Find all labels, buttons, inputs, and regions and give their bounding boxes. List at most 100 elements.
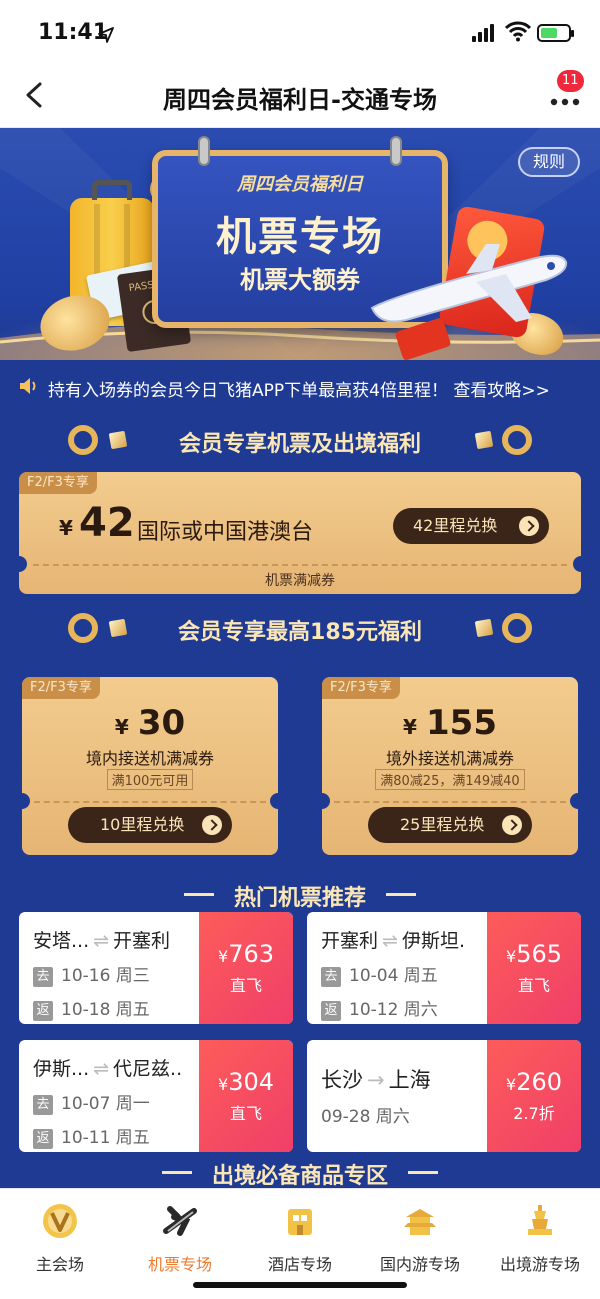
- discount-label: 2.7折: [513, 1104, 555, 1123]
- return-date: 10-12 周六: [349, 1000, 438, 1020]
- notification-badge: 11: [557, 70, 584, 92]
- coupon-description: 国际或中国港澳台: [137, 520, 314, 545]
- redeem-25-button[interactable]: 25里程兑换: [368, 807, 532, 843]
- destination-city: 开塞利: [113, 930, 171, 952]
- price-block: ¥763 直飞: [199, 912, 293, 1024]
- currency: ¥: [218, 947, 229, 966]
- depart-date: 10-16 周三: [61, 966, 150, 986]
- section-heading: 热门机票推荐: [233, 886, 366, 911]
- one-way-arrow-icon: →: [367, 1068, 385, 1092]
- coupon-amount: 30: [137, 703, 186, 743]
- return-date: 10-11 周五: [61, 1128, 150, 1148]
- depart-date: 10-07 周一: [61, 1094, 150, 1114]
- price-block: ¥304 直飞: [199, 1040, 293, 1152]
- origin-city: 安塔...: [33, 930, 90, 952]
- price: 304: [228, 1068, 274, 1096]
- redeem-label: 42里程兑换: [413, 516, 498, 535]
- transfer-coupon-card: F2/F3专享 ¥ 30 境内接送机满减券 满100元可用 10里程兑换: [22, 677, 278, 855]
- return-tag: 返: [321, 1001, 341, 1021]
- depart-date: 09-28 周六: [321, 1107, 410, 1127]
- coupon-currency: ¥: [59, 516, 73, 540]
- coupon-description: 境外接送机满减券: [385, 749, 514, 768]
- rules-button[interactable]: 规则: [518, 147, 580, 177]
- coupon-description: 境内接送机满减券: [85, 749, 214, 768]
- flight-type: 直飞: [229, 1104, 262, 1123]
- coupon-tag: F2/F3专享: [22, 677, 100, 699]
- currency: ¥: [218, 1075, 229, 1094]
- tab-label: 国内游专场: [379, 1255, 460, 1274]
- tab-label: 出境游专场: [499, 1255, 580, 1274]
- price: 763: [228, 940, 274, 968]
- status-bar: 11:41: [0, 0, 600, 64]
- redeem-42-button[interactable]: 42里程兑换: [393, 508, 549, 544]
- depart-date: 10-04 周五: [349, 966, 438, 986]
- currency: ¥: [506, 947, 517, 966]
- tower-icon: [528, 1205, 552, 1235]
- coupon-amount: 42: [79, 500, 135, 546]
- hero-banner: PASSPORT 周四会员福利日 机票专场 机票大额券: [0, 128, 600, 360]
- depart-tag: 去: [321, 967, 341, 987]
- temple-icon: [404, 1209, 436, 1235]
- destination-city: 上海: [388, 1068, 431, 1092]
- price: 565: [516, 940, 562, 968]
- notice-text: 持有入场券的会员今日飞猪APP下单最高获4倍里程！ 查看攻略>>: [48, 381, 550, 401]
- destination-city: 伊斯坦.: [401, 930, 465, 952]
- round-trip-icon: ⇌: [93, 1058, 110, 1080]
- origin-city: 长沙: [321, 1068, 363, 1092]
- flight-card[interactable]: 安塔... ⇌ 开塞利 去 10-16 周三 返 10-18 周五 ¥763 直飞: [19, 912, 293, 1024]
- navigation-bar: 周四会员福利日-交通专场 11: [0, 64, 600, 128]
- ring-decoration-icon: [502, 425, 532, 455]
- flight-card[interactable]: 长沙 → 上海 09-28 周六 ¥260 2.7折: [307, 1040, 581, 1152]
- section-title-max-benefit: 会员专享最高185元福利: [0, 606, 600, 650]
- flight-type: 直飞: [229, 976, 262, 995]
- hotel-icon: [288, 1209, 312, 1235]
- origin-city: 伊斯...: [33, 1058, 90, 1080]
- redeem-label: 10里程兑换: [100, 815, 185, 834]
- price: 260: [516, 1068, 562, 1096]
- v-logo-icon: [43, 1204, 77, 1238]
- chevron-right-icon: [502, 815, 522, 835]
- airplane-icon: [163, 1206, 197, 1236]
- cube-decoration-icon: [474, 430, 494, 450]
- tab-label: 酒店专场: [267, 1255, 332, 1274]
- coupon-amount: 155: [426, 703, 497, 743]
- notice-bar[interactable]: 持有入场券的会员今日飞猪APP下单最高获4倍里程！ 查看攻略>>: [0, 368, 600, 404]
- flight-card[interactable]: 伊斯... ⇌ 代尼兹.. 去 10-07 周一 返 10-11 周五 ¥304 直飞: [19, 1040, 293, 1152]
- wifi-icon: [505, 21, 531, 42]
- price-block: ¥260 2.7折: [487, 1040, 581, 1152]
- price-block: ¥565 直飞: [487, 912, 581, 1024]
- tab-main-venue[interactable]: 主会场: [0, 1189, 120, 1289]
- speaker-icon: [20, 378, 36, 394]
- banner-line: 周四会员福利日: [237, 174, 363, 195]
- round-trip-icon: ⇌: [93, 930, 110, 952]
- coupon-currency: ¥: [114, 715, 129, 739]
- round-trip-icon: ⇌: [382, 930, 398, 952]
- currency: ¥: [506, 1075, 517, 1094]
- airplane-icon: [370, 244, 568, 323]
- tab-label: 主会场: [35, 1255, 84, 1274]
- ring-decoration-icon: [502, 613, 532, 643]
- tab-domestic-travel[interactable]: 国内游专场: [360, 1189, 480, 1289]
- depart-tag: 去: [33, 967, 53, 987]
- tab-outbound-travel[interactable]: 出境游专场: [480, 1189, 600, 1289]
- coupon-condition: 满80减25，满149减40: [375, 769, 525, 790]
- page-title: 周四会员福利日-交通专场: [163, 86, 437, 114]
- coupon-tag: F2/F3专享: [322, 677, 400, 699]
- location-arrow-icon: [98, 27, 114, 43]
- chevron-right-icon: [519, 516, 539, 536]
- chevron-right-icon: [202, 815, 222, 835]
- depart-tag: 去: [33, 1095, 53, 1115]
- flight-card[interactable]: 开塞利 ⇌ 伊斯坦. 去 10-04 周五 返 10-12 周六 ¥565 直飞: [307, 912, 581, 1024]
- return-date: 10-18 周五: [61, 1000, 150, 1020]
- return-tag: 返: [33, 1001, 53, 1021]
- origin-city: 开塞利: [321, 930, 379, 952]
- section-title-hot-flights: 热门机票推荐: [0, 872, 600, 916]
- coupon-condition: 满100元可用: [106, 769, 194, 790]
- tab-hotels[interactable]: 酒店专场: [240, 1189, 360, 1289]
- redeem-10-button[interactable]: 10里程兑换: [68, 807, 232, 843]
- tab-flights[interactable]: 机票专场: [120, 1189, 240, 1289]
- flight-coupon-card: F2/F3专享 ¥ 42 国际或中国港澳台 42里程兑换 机票满减券: [19, 472, 581, 594]
- coupon-currency: ¥: [403, 715, 417, 739]
- flight-type: 直飞: [517, 976, 550, 995]
- coupon-tag: F2/F3专享: [19, 472, 97, 494]
